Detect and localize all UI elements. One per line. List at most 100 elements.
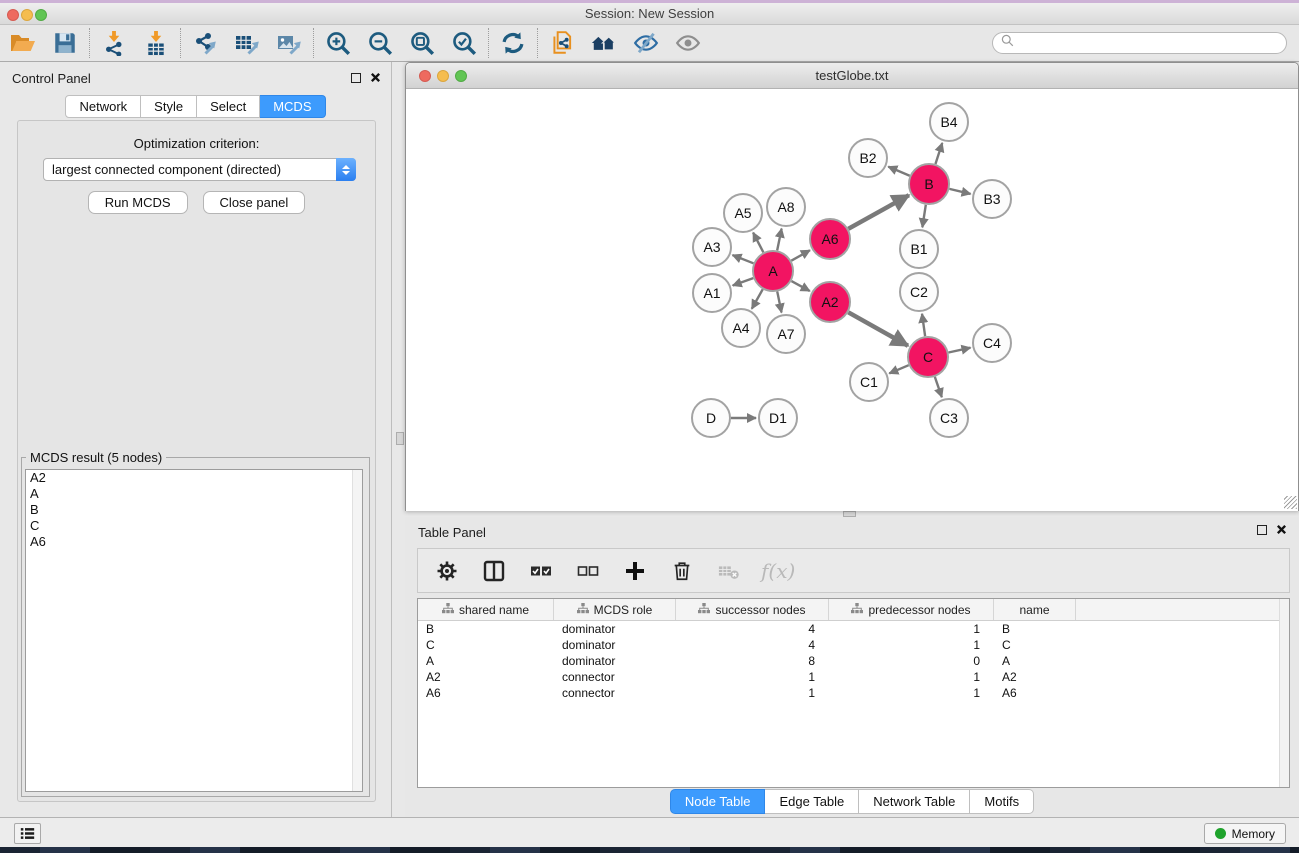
edge-B-B1[interactable]	[922, 205, 925, 228]
edge-A2-C[interactable]	[848, 312, 908, 345]
run-mcds-button[interactable]: Run MCDS	[88, 191, 188, 214]
open-file-icon[interactable]	[8, 28, 38, 58]
table-cell[interactable]: B	[994, 622, 1076, 636]
mcds-result-item[interactable]: A2	[26, 470, 362, 486]
edge-A-A7[interactable]	[777, 292, 781, 313]
network-zoom-traffic-light[interactable]	[455, 70, 467, 82]
node-A2[interactable]: A2	[810, 282, 850, 322]
column-header-name[interactable]: name	[994, 599, 1076, 620]
table-cell[interactable]: connector	[554, 670, 676, 684]
table-cell[interactable]: 1	[829, 622, 994, 636]
table-row[interactable]: A2connector11A2	[418, 669, 1289, 685]
window-resize-grip[interactable]	[1284, 496, 1297, 509]
table-cell[interactable]: A6	[418, 686, 554, 700]
node-D1[interactable]: D1	[759, 399, 797, 437]
edge-A-A2[interactable]	[791, 281, 809, 291]
task-history-button[interactable]	[14, 823, 41, 844]
edge-C-C1[interactable]	[889, 365, 908, 373]
table-cell[interactable]: C	[418, 638, 554, 652]
mcds-result-item[interactable]: C	[26, 518, 362, 534]
mcds-result-list[interactable]: A2ABCA6	[25, 469, 363, 792]
column-header-predecessor-nodes[interactable]: predecessor nodes	[829, 599, 994, 620]
node-A[interactable]: A	[753, 251, 793, 291]
import-table-icon[interactable]	[141, 28, 171, 58]
close-panel-button[interactable]: Close panel	[203, 191, 306, 214]
export-table-icon[interactable]	[232, 28, 262, 58]
node-A8[interactable]: A8	[767, 188, 805, 226]
table-settings-gear-icon[interactable]	[432, 556, 462, 586]
node-B[interactable]: B	[909, 164, 949, 204]
edge-A-A4[interactable]	[752, 289, 763, 309]
tab-select[interactable]: Select	[197, 95, 260, 118]
node-A7[interactable]: A7	[767, 315, 805, 353]
table-row[interactable]: Adominator80A	[418, 653, 1289, 669]
show-panels-icon[interactable]	[673, 28, 703, 58]
table-row[interactable]: A6connector11A6	[418, 685, 1289, 701]
table-cell[interactable]: 4	[676, 622, 829, 636]
table-cell[interactable]: A	[418, 654, 554, 668]
mcds-result-item[interactable]: A	[26, 486, 362, 502]
table-cell[interactable]: C	[994, 638, 1076, 652]
close-traffic-light[interactable]	[7, 9, 19, 21]
memory-button[interactable]: Memory	[1204, 823, 1286, 844]
table-cell[interactable]: A6	[994, 686, 1076, 700]
network-canvas[interactable]: B4B2BB3A5A8A6A3B1AA1C2A2A4A7C4CC1C3DD1	[406, 89, 1298, 511]
node-C[interactable]: C	[908, 337, 948, 377]
zoom-traffic-light[interactable]	[35, 9, 47, 21]
table-cell[interactable]: 0	[829, 654, 994, 668]
vertical-split-handle[interactable]	[396, 432, 404, 445]
show-columns-icon[interactable]	[479, 556, 509, 586]
node-B3[interactable]: B3	[973, 180, 1011, 218]
home-view-icon[interactable]	[589, 28, 619, 58]
add-column-icon[interactable]	[620, 556, 650, 586]
tab-mcds[interactable]: MCDS	[260, 95, 325, 118]
search-box[interactable]	[992, 32, 1287, 54]
tab-motifs[interactable]: Motifs	[970, 789, 1034, 814]
tab-edge-table[interactable]: Edge Table	[765, 789, 859, 814]
edge-A-A6[interactable]	[791, 250, 810, 260]
table-cell[interactable]: A	[994, 654, 1076, 668]
node-A4[interactable]: A4	[722, 309, 760, 347]
unselect-all-columns-icon[interactable]	[573, 556, 603, 586]
node-A6[interactable]: A6	[810, 219, 850, 259]
edge-B-B3[interactable]	[949, 189, 970, 194]
table-cell[interactable]: dominator	[554, 654, 676, 668]
search-input[interactable]	[1019, 36, 1278, 50]
column-header-shared-name[interactable]: shared name	[418, 599, 554, 620]
save-session-icon[interactable]	[50, 28, 80, 58]
node-A1[interactable]: A1	[693, 274, 731, 312]
node-C3[interactable]: C3	[930, 399, 968, 437]
node-C1[interactable]: C1	[850, 363, 888, 401]
edge-B-B4[interactable]	[935, 143, 942, 164]
tab-node-table[interactable]: Node Table	[670, 789, 766, 814]
edge-A-A5[interactable]	[753, 233, 763, 253]
node-B1[interactable]: B1	[900, 230, 938, 268]
network-close-traffic-light[interactable]	[419, 70, 431, 82]
edge-A6-B[interactable]	[848, 195, 909, 229]
mcds-result-item[interactable]: B	[26, 502, 362, 518]
table-cell[interactable]: 4	[676, 638, 829, 652]
minimize-traffic-light[interactable]	[21, 9, 33, 21]
table-cell[interactable]: 1	[829, 638, 994, 652]
node-B4[interactable]: B4	[930, 103, 968, 141]
edge-B-B2[interactable]	[888, 167, 909, 176]
table-row[interactable]: Cdominator41C	[418, 637, 1289, 653]
tab-style[interactable]: Style	[141, 95, 197, 118]
node-A3[interactable]: A3	[693, 228, 731, 266]
table-cell[interactable]: 1	[676, 670, 829, 684]
table-cell[interactable]: 1	[829, 686, 994, 700]
export-network-icon[interactable]	[190, 28, 220, 58]
network-window-titlebar[interactable]: testGlobe.txt	[406, 63, 1298, 89]
table-cell[interactable]: 1	[676, 686, 829, 700]
table-cell[interactable]: B	[418, 622, 554, 636]
edge-A-A8[interactable]	[777, 229, 781, 251]
close-table-panel-icon[interactable]	[1276, 524, 1287, 535]
edge-C-C2[interactable]	[922, 314, 925, 336]
column-header-successor-nodes[interactable]: successor nodes	[676, 599, 829, 620]
float-panel-icon[interactable]	[351, 73, 361, 83]
node-D[interactable]: D	[692, 399, 730, 437]
refresh-view-icon[interactable]	[498, 28, 528, 58]
zoom-selected-icon[interactable]	[449, 28, 479, 58]
table-cell[interactable]: A2	[994, 670, 1076, 684]
edge-C-C3[interactable]	[935, 377, 942, 397]
